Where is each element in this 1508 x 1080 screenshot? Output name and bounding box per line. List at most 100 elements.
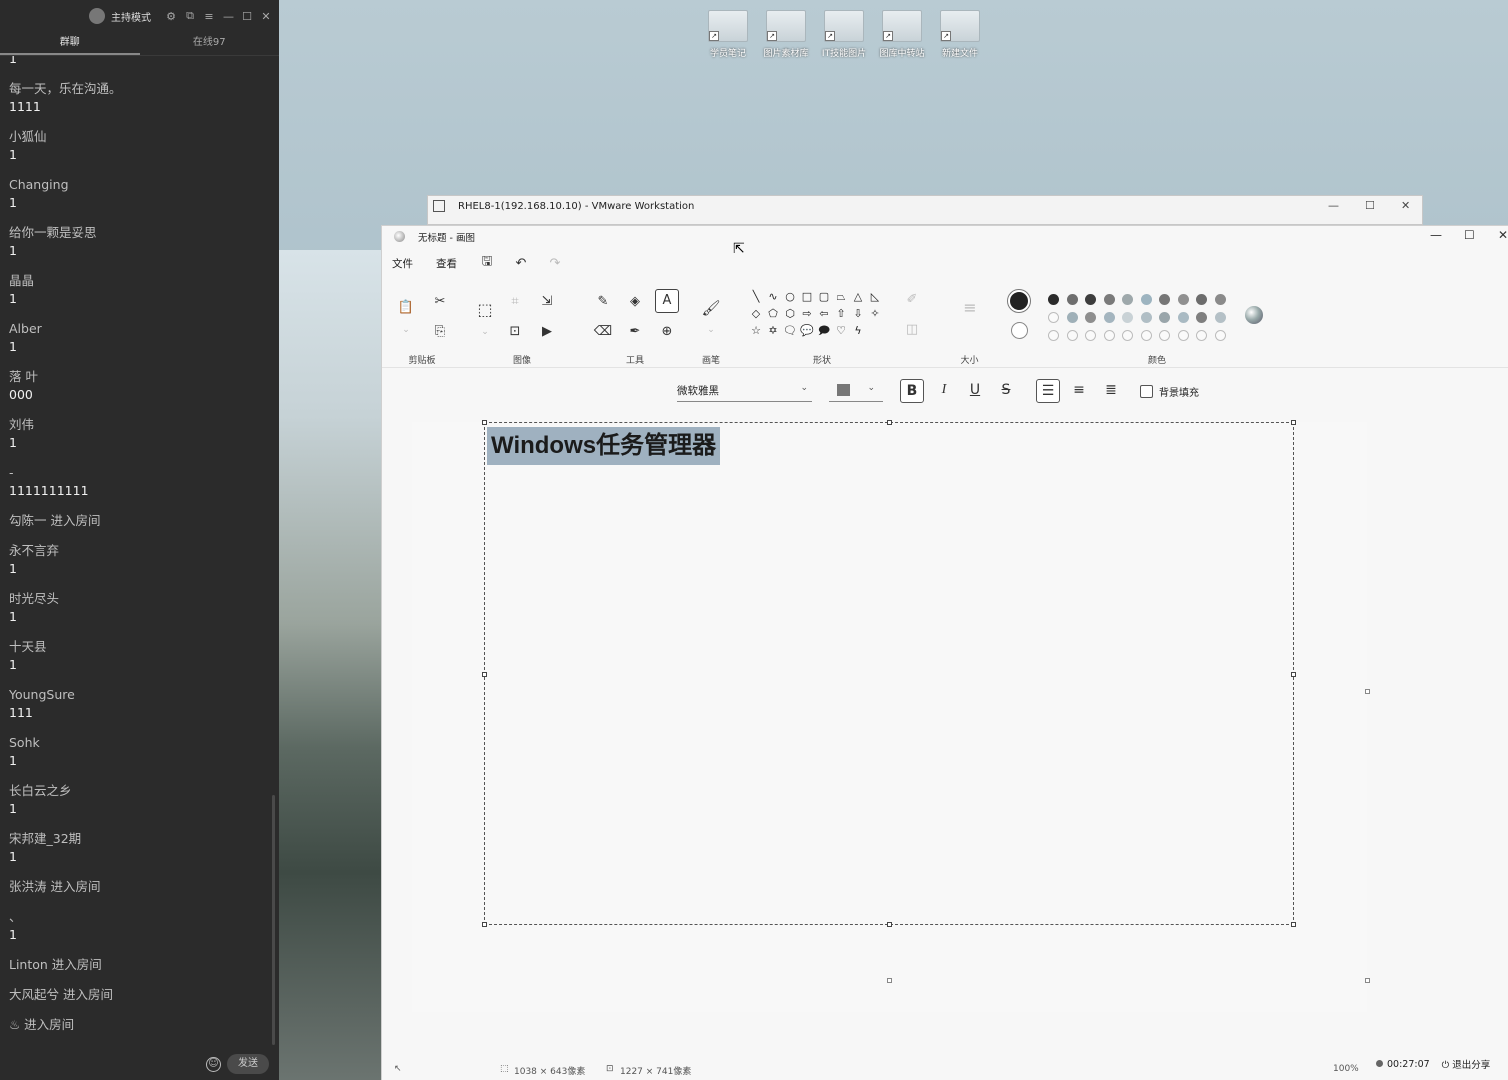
maximize-icon[interactable]: ☐ [242, 10, 252, 23]
resize-handle[interactable] [1291, 922, 1296, 927]
color-swatch[interactable] [1048, 330, 1059, 341]
color-swatch[interactable] [1122, 312, 1133, 323]
color-swatch[interactable] [1140, 312, 1152, 323]
diamond-icon[interactable]: ◇ [749, 307, 763, 321]
five-point-star-icon[interactable]: ☆ [749, 324, 763, 338]
chevron-down-icon[interactable]: ⌄ [396, 320, 416, 340]
maximize-icon[interactable]: ☐ [1464, 228, 1475, 242]
color-swatch[interactable] [1122, 330, 1133, 341]
font-family-select[interactable]: 微软雅黑 ⌄ [677, 380, 812, 402]
polygon-icon[interactable]: ⏢ [834, 290, 848, 304]
color-swatch[interactable] [1103, 312, 1115, 323]
color-1-swatch[interactable] [1008, 290, 1030, 312]
rectangle-icon[interactable]: □ [800, 290, 814, 304]
color-swatch[interactable] [1085, 330, 1096, 341]
chevron-down-icon[interactable]: ⌄ [475, 322, 495, 342]
menu-view[interactable]: 查看 [436, 256, 470, 271]
italic-button[interactable]: I [932, 379, 956, 403]
save-icon[interactable]: 🖫 [470, 252, 504, 274]
resize-handle[interactable] [482, 420, 487, 425]
magnifier-icon[interactable]: ⊕ [657, 322, 677, 342]
minimize-icon[interactable]: — [1430, 228, 1442, 242]
resize-handle[interactable] [1291, 420, 1296, 425]
vmware-window[interactable]: RHEL8-1(192.168.10.10) - VMware Workstat… [427, 195, 1423, 225]
color-swatch[interactable] [1048, 294, 1059, 305]
underline-button[interactable]: U [963, 379, 987, 403]
exit-share-button[interactable]: ⏻ 退出分享 [1442, 1057, 1491, 1071]
color-picker-icon[interactable]: ✒ [625, 322, 645, 342]
six-point-star-icon[interactable]: ✡ [766, 324, 780, 338]
strikethrough-button[interactable]: S [994, 379, 1018, 403]
color-swatch[interactable] [1085, 294, 1096, 305]
color-swatch[interactable] [1214, 294, 1226, 305]
callout-oval-icon[interactable]: 💬 [800, 324, 814, 338]
close-icon[interactable]: ✕ [261, 10, 271, 23]
arrow-up-icon[interactable]: ⇧ [834, 307, 848, 321]
color-swatch[interactable] [1159, 312, 1170, 323]
color-swatch[interactable] [1140, 294, 1152, 305]
canvas-resize-handle[interactable] [1365, 689, 1370, 694]
color-swatch[interactable] [1196, 330, 1207, 341]
pencil-icon[interactable]: ✎ [593, 292, 613, 312]
resize-handle[interactable] [887, 922, 892, 927]
minimize-icon[interactable]: — [1328, 199, 1339, 212]
edit-colors-icon[interactable] [1245, 306, 1263, 324]
callout-rect-icon[interactable]: 🗨 [783, 324, 797, 338]
canvas-resize-handle[interactable] [887, 978, 892, 983]
desktop-icon-notes[interactable]: ↗ 学员笔记 [703, 10, 753, 59]
rotate-icon[interactable]: ▶ [537, 322, 557, 342]
brush-icon[interactable]: 🖌 [701, 298, 721, 318]
outline-icon[interactable]: ✐ [902, 290, 922, 310]
resize-icon[interactable]: ⇲ [537, 292, 557, 312]
crop-icon[interactable]: ⌗ [505, 292, 525, 312]
emoji-icon[interactable]: ☺ [206, 1056, 221, 1072]
color-swatch[interactable] [1196, 294, 1207, 305]
desktop-icon-new-file[interactable]: ↗ 新建文件 [935, 10, 985, 59]
text-selection-box[interactable]: Windows任务管理器 [482, 420, 1296, 927]
canvas-text[interactable]: Windows任务管理器 [487, 427, 721, 465]
text-icon[interactable]: A [655, 289, 679, 313]
align-left-icon[interactable]: ☰ [1036, 379, 1060, 403]
color-2-swatch[interactable] [1011, 322, 1028, 339]
line-icon[interactable]: ╲ [749, 290, 763, 304]
color-swatch[interactable] [1103, 330, 1115, 341]
color-swatch[interactable] [1214, 312, 1226, 323]
eraser-icon[interactable]: ⌫ [593, 322, 613, 342]
align-center-icon[interactable]: ≡ [1067, 379, 1091, 403]
resize-handle[interactable] [482, 672, 487, 677]
pentagon-icon[interactable]: ⬠ [766, 307, 780, 321]
arrow-left-icon[interactable]: ⇦ [817, 307, 831, 321]
maximize-icon[interactable]: ☐ [1365, 199, 1375, 212]
send-button[interactable]: 发送 [227, 1054, 269, 1074]
four-point-star-icon[interactable]: ✧ [868, 307, 882, 321]
fill-style-icon[interactable]: ◫ [902, 320, 922, 340]
color-swatch[interactable] [1066, 330, 1078, 341]
color-swatch[interactable] [1140, 330, 1152, 341]
lightning-icon[interactable]: ϟ [851, 324, 865, 338]
color-swatch[interactable] [1177, 330, 1189, 341]
undo-icon[interactable]: ↶ [504, 256, 538, 271]
callout-cloud-icon[interactable]: 🗩 [817, 324, 831, 338]
color-swatch[interactable] [1159, 330, 1170, 341]
arrow-down-icon[interactable]: ⇩ [851, 307, 865, 321]
settings-icon[interactable]: ⚙ [166, 10, 176, 23]
color-swatch[interactable] [1122, 294, 1133, 305]
curve-icon[interactable]: ∿ [766, 290, 780, 304]
canvas-resize-handle[interactable] [1365, 978, 1370, 983]
menu-file[interactable]: 文件 [392, 256, 426, 271]
minimize-icon[interactable]: — [223, 10, 234, 23]
image-search-icon[interactable]: ⊡ [505, 322, 525, 342]
right-triangle-icon[interactable]: ◺ [868, 290, 882, 304]
color-swatch[interactable] [1177, 312, 1189, 323]
bold-button[interactable]: B [900, 379, 924, 403]
menu-icon[interactable]: ≡ [204, 10, 214, 23]
triangle-icon[interactable]: △ [851, 290, 865, 304]
paste-icon[interactable]: 📋 [396, 298, 416, 318]
color-swatch[interactable] [1103, 294, 1115, 305]
canvas[interactable]: Windows任务管理器 [412, 420, 1370, 1012]
line-width-icon[interactable]: ≡ [960, 298, 980, 318]
fill-icon[interactable]: ◈ [625, 292, 645, 312]
popout-icon[interactable]: ⧉ [185, 9, 195, 23]
select-icon[interactable]: ⬚ [475, 300, 495, 320]
desktop-icon-transfer[interactable]: ↗ 图库中转站 [877, 10, 927, 59]
